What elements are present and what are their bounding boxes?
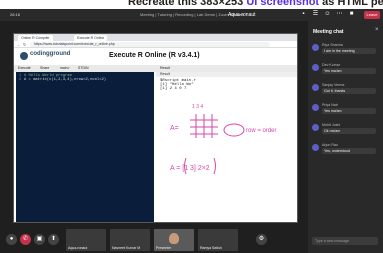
logo-icon [20,52,28,60]
participant-tile[interactable]: Ramya Satish [198,229,238,251]
ink-bracket [213,157,216,175]
hangup-icon[interactable]: ✆ [20,234,31,245]
presenter-name: Aqua-ronaut [228,12,256,18]
message-text: I am in the meeting [322,48,376,54]
message-text: Ok ma'am [322,128,376,134]
refresh-icon[interactable]: ↻ [23,42,26,47]
meeting-window: 26:16 Meeting | Tutoring | Recording | L… [0,9,383,253]
participant-name: Ramya Satish [200,246,222,250]
result-tab[interactable]: Result [160,66,170,70]
reactions-icon[interactable]: ☺ [324,11,331,18]
chat-compose-input[interactable]: Type a new message [312,237,378,245]
result-bar: Result [156,72,297,77]
site-header: codingground Execute R Online (R v3.4.1) [14,49,297,65]
video-icon[interactable]: ▣ [34,234,45,245]
chat-message: Mohit Joshi Ok ma'am [312,123,380,139]
chat-header: Meeting chat [313,29,344,35]
result-output: $Rscript main.r [1] "Hello Wo" [1] 2 4 0… [160,79,197,91]
ink-label: A = [1 3] 2×2 [170,165,210,172]
message-text: Got it, thanks [322,88,376,94]
avatar [312,44,319,51]
code-text: A = matrix(c(1,2,3,4),nrow=2,ncol=2) [24,78,107,82]
sender-name: Mohit Joshi [322,123,341,127]
ink-label: 1 3 4 [192,104,203,110]
share-button[interactable]: Share [40,66,49,70]
code-editor[interactable]: 1 # Hello World program 2A = matrix(c(1,2… [16,72,154,222]
participant-video [169,233,179,244]
ink-label: row = order [246,128,277,134]
banner-part-3: as HTML per the rules. [322,0,383,8]
more-icon[interactable]: ⋯ [336,11,343,18]
leave-button[interactable]: Leave [364,11,380,19]
avatar [312,104,319,111]
settings-icon[interactable]: ⚙ [256,234,267,245]
participant-name: Aqua-ronaut [68,246,88,250]
shared-screen: Online R Compiler Execute R Online ← ↻ h… [13,33,298,223]
site-logo[interactable]: codingground [20,51,71,61]
avatar [312,84,319,91]
banner-part-1: Recreate this 383×253 [128,0,244,8]
stdin-tab[interactable]: STDIN [78,66,89,70]
banner-text: Recreate this 383×253 UI screenshot as H… [128,0,383,8]
chat-message: Sanjay Verma Got it, thanks [312,83,380,99]
code-line: 2A = matrix(c(1,2,3,4),nrow=2,ncol=2) [19,78,151,82]
chat-message: Riya Sharma I am in the meeting [312,43,380,59]
chat-message: Priya Nair Yes ma'am [312,103,380,119]
sender-name: Dev Kumar [322,63,340,67]
message-text: Yes, understood [322,148,376,154]
ink-label: A= [170,125,179,132]
sender-name: Arjun Rao [322,143,338,147]
meeting-timer: 26:16 [10,12,21,17]
participant-name: Presenter [156,246,172,250]
screen-share-icon[interactable]: ⬆ [48,234,59,245]
instruction-banner: Recreate this 383×253 UI screenshot as H… [0,0,383,9]
chat-panel: Meeting chat × Riya Sharma I am in the me… [308,21,383,253]
chat-message: Arjun Rao Yes, understood [312,143,380,159]
chat-message: Dev Kumar Yes ma'am [312,63,380,79]
logo-text: codingground [30,51,71,57]
participant-strip: ● ✆ ▣ ⬆ Aqua-ronaut Navneet Kumar M Pres… [0,228,308,253]
sender-name: Priya Nair [322,103,338,107]
avatar [312,144,319,151]
participant-tile[interactable]: Presenter [154,229,194,251]
file-tab[interactable]: main.r [60,66,70,70]
sender-name: Sanjay Verma [322,83,345,87]
address-bar: ← ↻ https://www.tutorialspoint.com/execu… [14,41,297,48]
participant-tile[interactable]: Aqua-ronaut [66,229,106,251]
mic-icon[interactable]: ● [6,234,17,245]
chat-icon[interactable]: ▪ [300,11,307,18]
camera-icon[interactable]: ■ [348,11,355,18]
ide-toolbar: Execute Share main.r STDIN Result [14,65,297,72]
ink-circle [223,123,245,137]
whiteboard-ink: 1 3 4 A= row = order A = [1 3] 2×2 [170,104,277,175]
execute-button[interactable]: Execute [18,66,31,70]
back-icon[interactable]: ← [17,42,21,47]
avatar [312,64,319,71]
participant-name: Navneet Kumar M [112,246,141,250]
message-text: Yes ma'am [322,68,376,74]
banner-part-2: UI screenshot [246,0,320,8]
sender-name: Riya Sharma [322,43,343,47]
close-icon[interactable]: × [375,27,379,33]
meeting-topbar: 26:16 Meeting | Tutoring | Recording | L… [0,9,383,21]
participant-tile[interactable]: Navneet Kumar M [110,229,150,251]
participants-icon[interactable]: ☰ [312,11,319,18]
avatar [312,124,319,131]
browser-tabs: Online R Compiler Execute R Online [14,34,297,41]
message-text: Yes ma'am [322,108,376,114]
url-field[interactable]: https://www.tutorialspoint.com/execute_r… [30,42,270,47]
page-title: Execute R Online (R v3.4.1) [109,52,200,59]
